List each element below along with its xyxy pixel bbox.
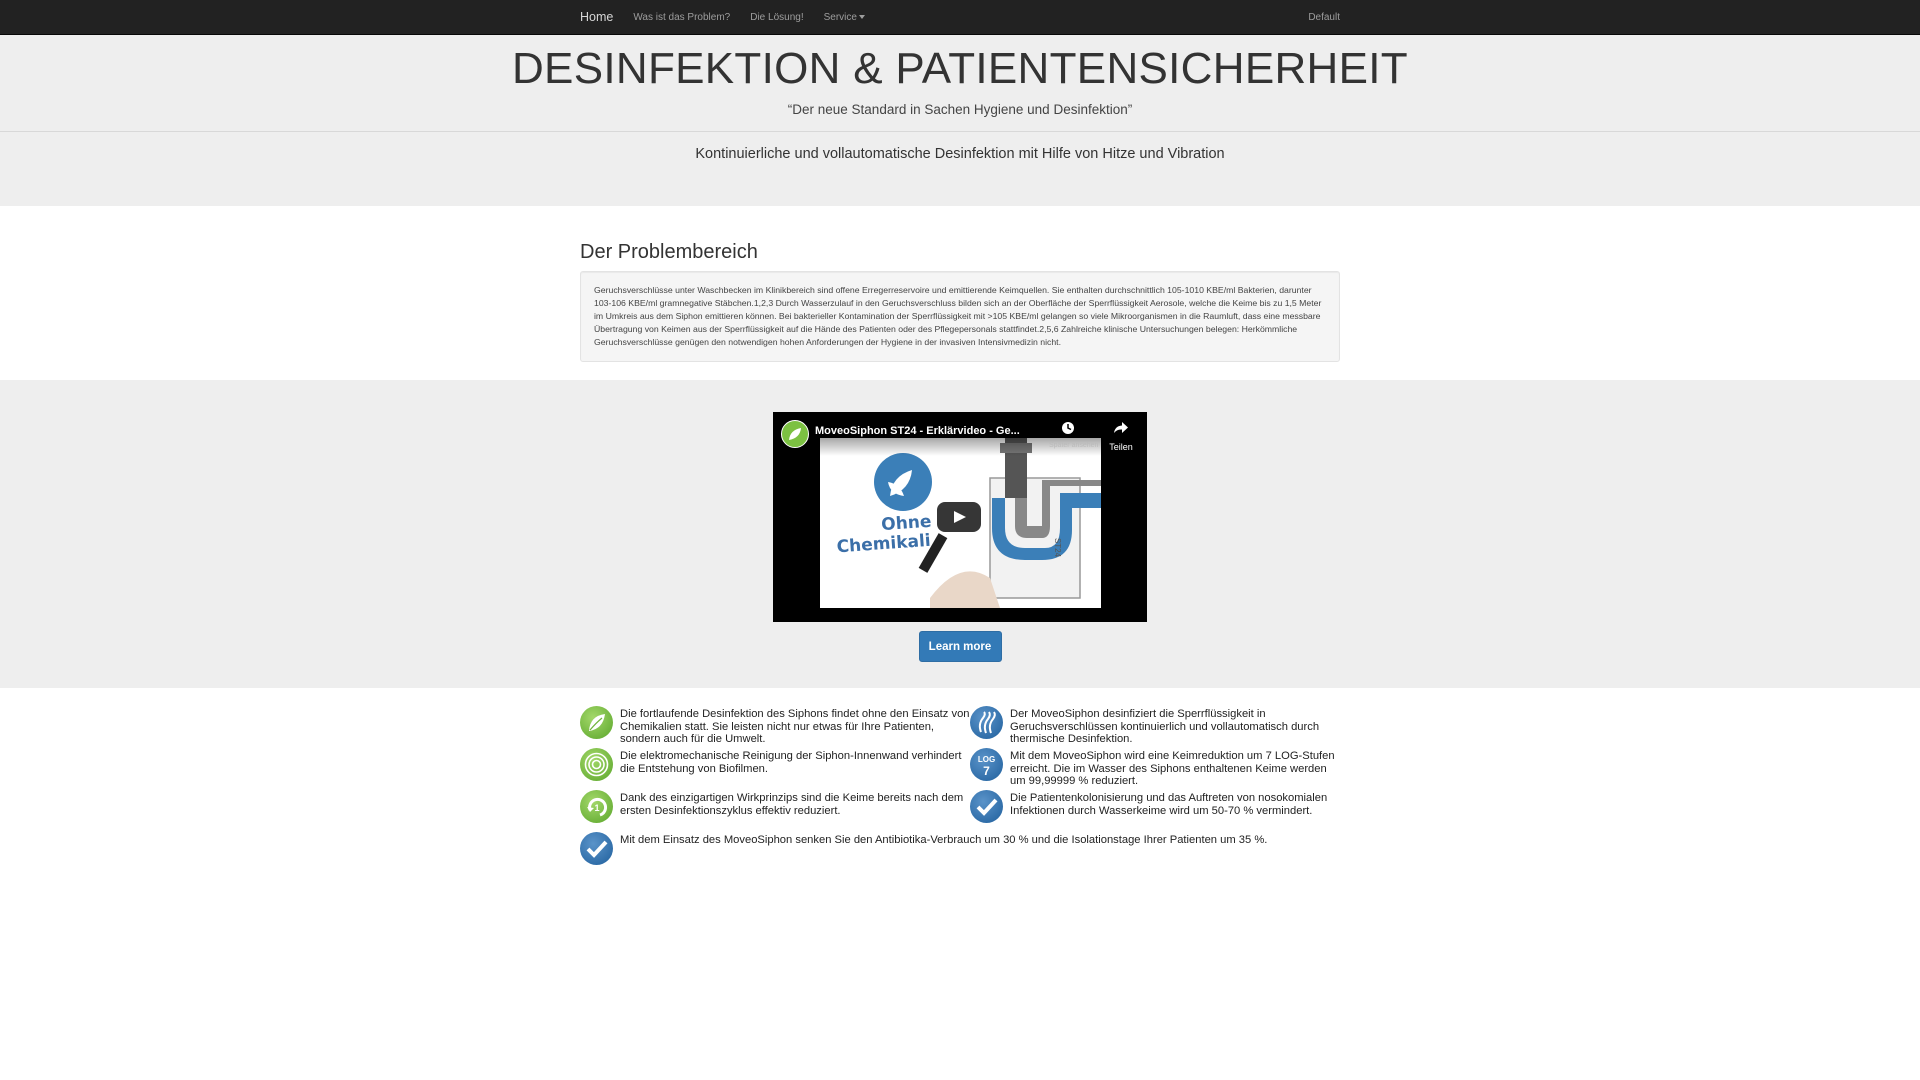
features-grid: Die fortlaufende Desinfektion des Siphon… xyxy=(580,706,1340,834)
youtube-video-embed[interactable]: Ohne Chemikali ST24 MoveoSiphon ST24 - E… xyxy=(773,412,1147,622)
cycle-icon: 1 xyxy=(580,790,613,823)
top-navbar: Home Was ist das Problem? Die Lösung! Se… xyxy=(0,0,1920,35)
leaf-icon xyxy=(789,428,801,440)
feature-text: Mit dem MoveoSiphon wird eine Keimredukt… xyxy=(1010,750,1335,787)
vibration-icon xyxy=(580,748,613,781)
feature-item: 1 Dank des einzigartigen Wirkprinzips sin… xyxy=(580,790,970,834)
nav-service-dropdown[interactable]: Service xyxy=(824,12,865,23)
nav-home[interactable]: Home xyxy=(580,10,613,24)
feature-item: Die fortlaufende Desinfektion des Siphon… xyxy=(580,706,970,750)
nav-solution[interactable]: Die Lösung! xyxy=(750,12,803,23)
learn-more-button[interactable]: Learn more xyxy=(918,631,1002,662)
page-subtitle: “Der neue Standard in Sachen Hygiene und… xyxy=(787,102,1133,117)
feature-text: Dank des einzigartigen Wirkprinzips sind… xyxy=(620,792,964,817)
share-arrow-icon xyxy=(1114,422,1128,433)
share-button[interactable]: Teilen xyxy=(1103,421,1139,452)
channel-avatar[interactable] xyxy=(781,420,809,448)
svg-text:1: 1 xyxy=(594,803,599,813)
features-section: Die fortlaufende Desinfektion des Siphon… xyxy=(580,688,1340,865)
problem-body: Geruchsverschlüsse unter Waschbecken im … xyxy=(594,285,1322,347)
problem-heading: Der Problembereich xyxy=(580,241,758,263)
svg-text:7: 7 xyxy=(983,764,990,778)
nav-service-label: Service xyxy=(823,11,857,23)
feature-text: Die Patientenkolonisierung und das Auftr… xyxy=(1010,792,1328,817)
feature-item-antibiotics: Mit dem Einsatz des MoveoSiphon senken S… xyxy=(580,832,1340,865)
thumbnail-device-label: ST24 xyxy=(1053,537,1063,558)
feature-item: Die elektromechanische Reinigung der Sip… xyxy=(580,748,970,792)
feature-item: LOG 7 Mit dem MoveoSiphon wird eine Keimre… xyxy=(970,748,1340,792)
feature-item: Die Patientenkolonisierung und das Auftr… xyxy=(970,790,1340,834)
feature-text: Die fortlaufende Desinfektion des Siphon… xyxy=(620,708,970,745)
feature-text: Die elektromechanische Reinigung der Sip… xyxy=(620,750,962,775)
heat-waves-icon xyxy=(970,706,1003,739)
thumbnail-caption: Ohne Chemikali xyxy=(835,512,934,558)
nav-problem[interactable]: Was ist das Problem? xyxy=(633,12,730,23)
page-header: DESINFEKTION & PATIENTENSICHERHEIT “Der … xyxy=(0,35,1920,132)
feature-text: Mit dem Einsatz des MoveoSiphon senken S… xyxy=(620,834,1268,846)
checkmark-icon xyxy=(580,832,613,865)
caret-down-icon xyxy=(858,14,865,19)
clock-icon xyxy=(1062,422,1074,434)
play-button[interactable] xyxy=(937,502,981,532)
watch-later-label: Später ansehen xyxy=(1049,442,1099,449)
svg-text:LOG: LOG xyxy=(978,755,995,764)
checkmark-icon xyxy=(970,790,1003,823)
share-label: Teilen xyxy=(1109,442,1133,452)
leaf-icon xyxy=(580,706,613,739)
video-section: Ohne Chemikali ST24 MoveoSiphon ST24 - E… xyxy=(0,380,1920,688)
watch-later-button[interactable]: Später ansehen xyxy=(1049,421,1099,449)
problem-text-well: Geruchsverschlüsse unter Waschbecken im … xyxy=(580,271,1340,362)
problem-section: Der Problembereich Geruchsverschlüsse un… xyxy=(0,206,1920,380)
video-title[interactable]: MoveoSiphon ST24 - Erklärvideo - Ge... xyxy=(815,425,1020,437)
nav-theme-default[interactable]: Default xyxy=(1308,12,1340,23)
intro-section: Kontinuierliche und vollautomatische Des… xyxy=(0,132,1920,206)
feature-item: Der MoveoSiphon desinfiziert die Sperrfl… xyxy=(970,706,1340,750)
intro-text: Kontinuierliche und vollautomatische Des… xyxy=(695,146,1225,162)
log7-icon: LOG 7 xyxy=(970,748,1003,781)
feature-text: Der MoveoSiphon desinfiziert die Sperrfl… xyxy=(1010,708,1320,745)
page-title: DESINFEKTION & PATIENTENSICHERHEIT xyxy=(511,44,1408,93)
